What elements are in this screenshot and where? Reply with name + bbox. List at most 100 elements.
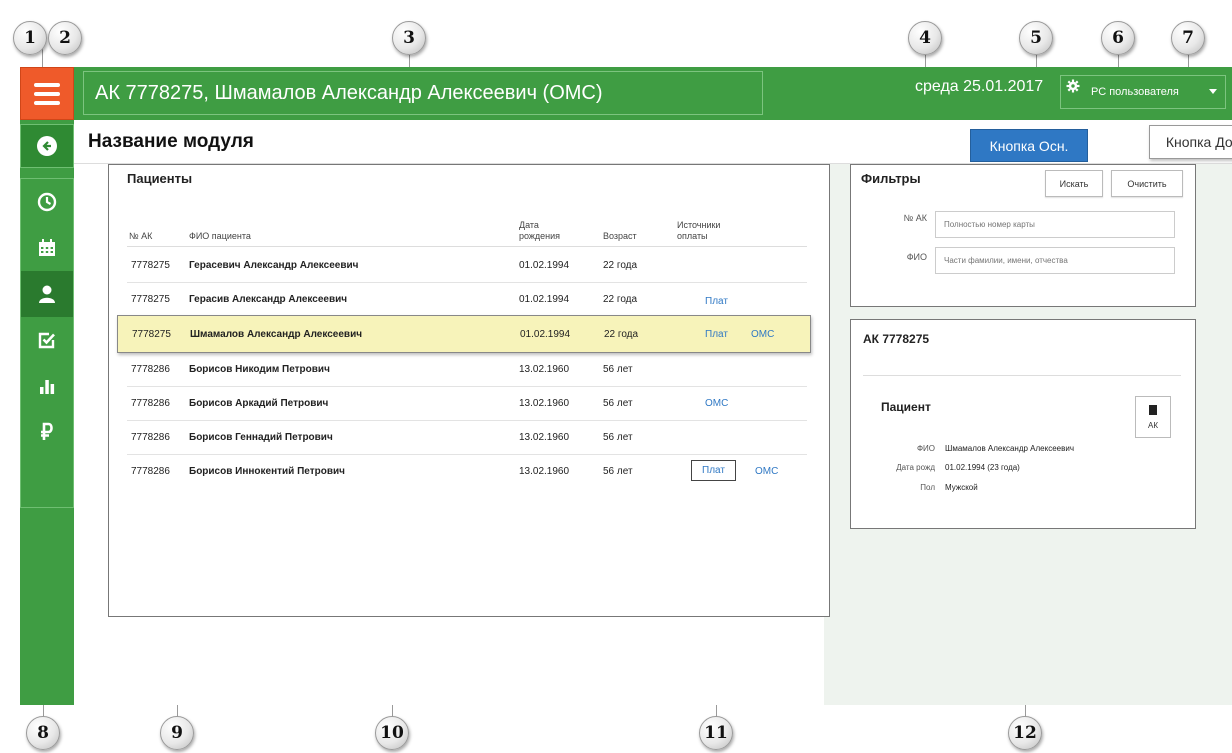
callout-marker-1: 1 — [13, 21, 47, 55]
cell-name: Борисов Геннадий Петрович — [189, 432, 333, 443]
callout-marker-9: 9 — [160, 716, 194, 750]
cell-age: 22 года — [603, 294, 638, 305]
secondary-button[interactable]: Кнопка Доп. — [1149, 125, 1232, 159]
ruble-icon — [41, 422, 53, 440]
sidebar — [20, 120, 74, 705]
sidebar-item-tasks[interactable] — [21, 317, 73, 363]
bar-chart-icon — [40, 380, 55, 394]
card-title: АК 7778275 — [863, 332, 930, 346]
cell-dob: 01.02.1994 — [520, 329, 571, 340]
patient-header[interactable]: АК 7778275, Шмамалов Александр Алексееви… — [83, 71, 763, 115]
sidebar-nav — [20, 178, 74, 508]
app-window: АК 7778275, Шмамалов Александр Алексееви… — [20, 67, 1232, 705]
module-header: Название модуля Кнопка Осн. Кнопка Доп. — [74, 120, 1232, 164]
chevron-down-icon — [1209, 89, 1217, 94]
patients-panel: Пациенты № АК ФИО пациента Дата рождения… — [108, 164, 830, 617]
sidebar-item-history[interactable] — [21, 179, 73, 225]
card-fio-label: ФИО — [916, 444, 935, 453]
cell-ak: 7778286 — [131, 398, 170, 409]
callout-marker-5: 5 — [1019, 21, 1053, 55]
cell-ak: 7778275 — [131, 260, 170, 271]
checkbox-icon — [38, 332, 55, 349]
table-row-selected[interactable]: 7778275 Шмамалов Александр Алексеевич 01… — [117, 315, 811, 353]
payment-link-oms[interactable]: ОМС — [755, 466, 778, 477]
table-row[interactable]: 7778286 Борисов Никодим Петрович 13.02.1… — [127, 353, 807, 387]
cell-age: 22 года — [603, 260, 638, 271]
callout-marker-10: 10 — [375, 716, 409, 750]
fio-filter-input[interactable] — [935, 247, 1175, 274]
table-row[interactable]: 7778286 Борисов Аркадий Петрович 13.02.1… — [127, 387, 807, 421]
column-header-ak: № АК — [129, 230, 153, 241]
callout-marker-4: 4 — [908, 21, 942, 55]
sidebar-item-reports[interactable] — [21, 363, 73, 409]
current-date: среда 25.01.2017 — [915, 78, 1044, 95]
card-divider — [863, 375, 1181, 376]
table-row[interactable]: 7778275 Герасевич Александр Алексеевич 0… — [127, 249, 807, 283]
gear-icon — [1066, 79, 1080, 97]
payment-link-plat[interactable]: Плат — [691, 460, 736, 481]
ak-card-button[interactable]: АК — [1135, 396, 1171, 438]
card-dob-value: 01.02.1994 (23 года) — [945, 463, 1020, 472]
top-bar: АК 7778275, Шмамалов Александр Алексееви… — [20, 67, 1232, 120]
callout-marker-8: 8 — [26, 716, 60, 750]
callout-marker-11: 11 — [699, 716, 733, 750]
card-sex-value: Мужской — [945, 483, 978, 492]
cell-dob: 13.02.1960 — [519, 466, 570, 477]
card-subtitle: Пациент — [881, 400, 931, 414]
back-button[interactable] — [20, 124, 74, 168]
cell-age: 56 лет — [603, 466, 633, 477]
cell-name: Борисов Никодим Петрович — [189, 364, 330, 375]
calendar-icon — [39, 239, 55, 256]
cell-dob: 01.02.1994 — [519, 294, 570, 305]
payment-link-oms[interactable]: ОМС — [705, 398, 728, 409]
cell-name: Шмамалов Александр Алексеевич — [190, 329, 363, 340]
table-row[interactable]: 7778286 Борисов Иннокентий Петрович 13.0… — [127, 455, 807, 489]
cell-name: Герасив Александр Алексеевич — [189, 294, 348, 305]
cell-name: Герасевич Александр Алексеевич — [189, 260, 359, 271]
search-button[interactable]: Искать — [1045, 170, 1103, 197]
clock-icon — [37, 192, 57, 212]
module-title: Название модуля — [88, 131, 254, 152]
ak-filter-input[interactable] — [935, 211, 1175, 238]
column-header-name: ФИО пациента — [189, 230, 251, 241]
cell-ak: 7778275 — [132, 329, 171, 340]
cell-age: 22 года — [604, 329, 639, 340]
back-arrow-icon — [37, 136, 57, 156]
fio-filter-label: ФИО — [906, 252, 927, 262]
cell-age: 56 лет — [603, 364, 633, 375]
callout-marker-2: 2 — [48, 21, 82, 55]
payment-link-plat[interactable]: Плат — [705, 329, 728, 340]
cell-name: Борисов Иннокентий Петрович — [189, 466, 345, 477]
cell-ak: 7778286 — [131, 466, 170, 477]
patient-title: АК 7778275, Шмамалов Александр Алексееви… — [95, 81, 603, 104]
cell-ak: 7778286 — [131, 432, 170, 443]
column-header-payment: Источники оплаты — [677, 219, 721, 241]
column-header-dob: Дата рождения — [519, 219, 561, 241]
cell-ak: 7778286 — [131, 364, 170, 375]
card-sex-label: Пол — [920, 483, 935, 492]
table-row[interactable]: 7778286 Борисов Геннадий Петрович 13.02.… — [127, 421, 807, 455]
sidebar-item-calendar[interactable] — [21, 225, 73, 271]
payment-link-plat[interactable]: Плат — [705, 296, 728, 307]
menu-button[interactable] — [20, 67, 74, 120]
ak-filter-label: № АК — [903, 213, 927, 223]
clear-button[interactable]: Очистить — [1111, 170, 1183, 197]
cell-dob: 13.02.1960 — [519, 398, 570, 409]
cell-dob: 01.02.1994 — [519, 260, 570, 271]
payment-link-oms[interactable]: ОМС — [751, 329, 774, 340]
table-row[interactable]: 7778275 Герасив Александр Алексеевич 01.… — [127, 283, 807, 317]
sidebar-item-payments[interactable] — [21, 409, 73, 455]
patients-title: Пациенты — [127, 171, 193, 186]
card-dob-label: Дата рожд — [896, 463, 935, 472]
primary-button[interactable]: Кнопка Осн. — [970, 129, 1088, 162]
role-select[interactable]: РС пользователя — [1060, 75, 1226, 109]
sidebar-item-patients[interactable] — [21, 271, 73, 317]
callout-marker-6: 6 — [1101, 21, 1135, 55]
cell-dob: 13.02.1960 — [519, 432, 570, 443]
callout-marker-12: 12 — [1008, 716, 1042, 750]
filters-title: Фильтры — [861, 171, 921, 186]
user-icon — [39, 285, 55, 303]
callout-marker-7: 7 — [1171, 21, 1205, 55]
cell-ak: 7778275 — [131, 294, 170, 305]
card-icon — [1149, 404, 1157, 415]
